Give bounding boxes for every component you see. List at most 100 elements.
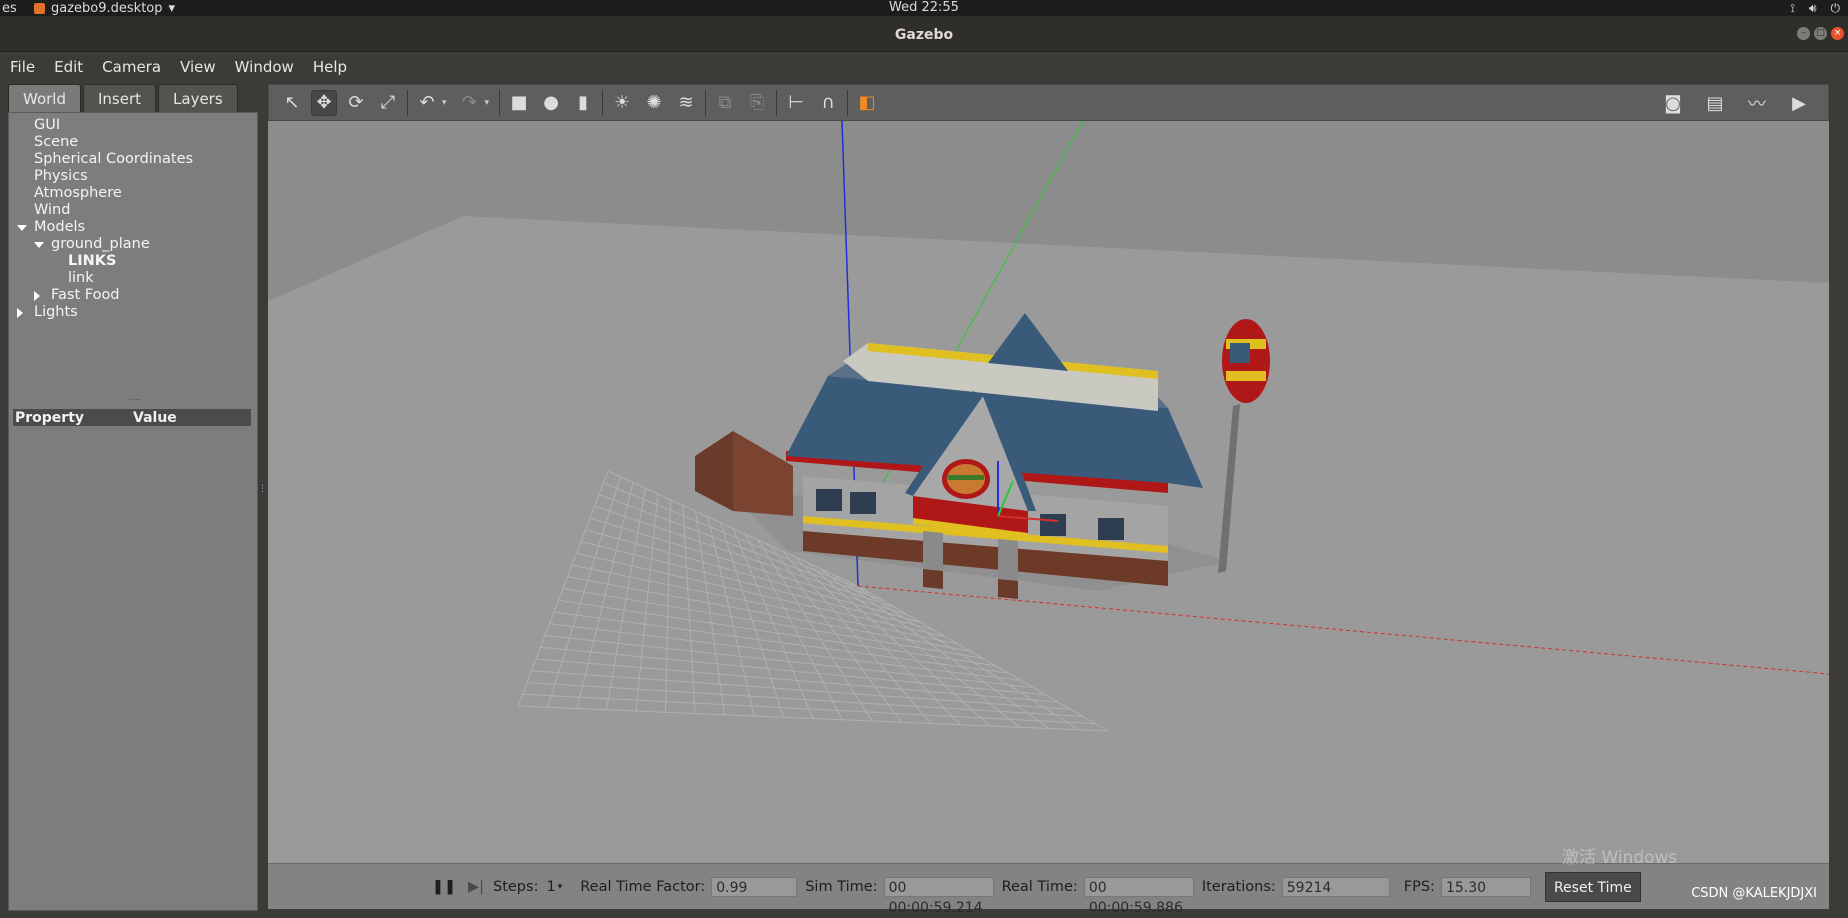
sign-globe-band-lower (1226, 371, 1266, 381)
step-forward-icon[interactable]: ▶| (465, 876, 487, 898)
log-icon[interactable]: ▤ (1702, 90, 1728, 116)
front-pillar-left-base (923, 569, 943, 589)
toolbar-separator (407, 89, 408, 116)
tree-item-label: GUI (34, 117, 61, 133)
toolbar-separator (602, 89, 604, 116)
panel-splitter[interactable]: ..... (9, 394, 259, 402)
window-title-bar: Gazebo – □ × (0, 16, 1848, 52)
expanded-arrow-icon[interactable] (17, 225, 27, 231)
close-button[interactable]: × (1831, 27, 1844, 40)
csdn-watermark: CSDN @KALEKJDJXI (1691, 886, 1817, 901)
reset-time-button[interactable]: Reset Time (1544, 871, 1641, 902)
redo-icon[interactable]: ↷ (457, 90, 483, 116)
align-icon[interactable]: ⊢ (783, 90, 809, 116)
world-panel: GUI Scene Spherical Coordinates Physics Atmo… (8, 112, 258, 911)
real-time-factor-label: Real Time Factor: (580, 878, 706, 895)
toolbar-right: ◙ ▤ 〰 ▶ (1660, 90, 1818, 116)
network-icon[interactable]: ⟟ (1790, 1, 1794, 16)
tree-item-label: Physics (34, 168, 88, 184)
burger-logo-lettuce (948, 475, 984, 480)
system-tray[interactable]: ⟟ 🔊︎ ⏻ (1790, 0, 1840, 16)
scale-mode-icon[interactable]: ⤢ (375, 90, 401, 116)
iterations-value: 59214 (1281, 876, 1390, 897)
redo-history-chevron-icon[interactable]: ▾ (485, 98, 490, 108)
menu-help[interactable]: Help (313, 58, 347, 76)
tree-item-label: ground_plane (51, 236, 150, 252)
menu-bar: File Edit Camera View Window Help (0, 52, 1848, 82)
tree-item-label: Lights (34, 304, 78, 320)
main-area: ↖ ✥ ⟳ ⤢ ↶ ▾ ↷ ▾ ■ ● ▮ ☀ ✺ ≋ ⧉ ⎘ ⊢ ∩ ◧ ◙ … (268, 84, 1848, 916)
fps-value: 15.30 (1440, 876, 1531, 897)
tab-insert[interactable]: Insert (83, 84, 157, 112)
tree-item-label: Wind (34, 202, 71, 218)
copy-icon[interactable]: ⧉ (712, 90, 738, 116)
real-time-label: Real Time: (1001, 878, 1078, 895)
tab-world[interactable]: World (8, 84, 81, 112)
minimize-button[interactable]: – (1797, 27, 1810, 40)
scene-render (268, 121, 1829, 863)
menu-edit[interactable]: Edit (54, 58, 83, 76)
fps-label: FPS: (1403, 878, 1435, 895)
screenshot-icon[interactable]: ◙ (1660, 90, 1686, 116)
directional-light-icon[interactable]: ≋ (673, 90, 699, 116)
simulation-controls-bar: ❚❚ ▶| Steps: 1 ▾ Real Time Factor: 0.99 … (268, 863, 1829, 916)
expanded-arrow-icon[interactable] (34, 242, 44, 248)
property-table-header: Property Value (13, 409, 251, 426)
3d-viewport[interactable] (268, 121, 1829, 863)
front-pillar-right-base (998, 579, 1018, 599)
undo-history-chevron-icon[interactable]: ▾ (442, 98, 447, 108)
cylinder-shape-icon[interactable]: ▮ (570, 90, 596, 116)
window-title: Gazebo (894, 27, 954, 43)
menu-view[interactable]: View (180, 58, 216, 76)
steps-spinner[interactable]: 1 (546, 879, 555, 895)
tree-item-label: Models (34, 219, 86, 235)
tab-layers[interactable]: Layers (158, 84, 238, 112)
toolbar-separator (776, 89, 778, 116)
spot-light-icon[interactable]: ✺ (641, 90, 667, 116)
menu-window[interactable]: Window (235, 58, 294, 76)
tree-item-label: Atmosphere (34, 185, 122, 201)
pause-icon[interactable]: ❚❚ (432, 876, 456, 898)
paste-icon[interactable]: ⎘ (744, 90, 770, 116)
tree-item-label: LINKS (68, 253, 117, 269)
view-angle-icon[interactable]: ◧ (854, 90, 880, 116)
tree-item-label: Scene (34, 134, 79, 150)
sphere-shape-icon[interactable]: ● (538, 90, 564, 116)
undo-icon[interactable]: ↶ (414, 90, 440, 116)
snap-icon[interactable]: ∩ (815, 90, 841, 116)
sim-time-value: 00 00:00:59.214 (883, 876, 994, 916)
translate-mode-icon[interactable]: ✥ (311, 89, 337, 116)
clock[interactable]: Wed 22:55 (0, 0, 1848, 16)
panel-resize-handle[interactable]: ⋮ (258, 484, 267, 514)
menu-camera[interactable]: Camera (102, 58, 161, 76)
steps-spinner-chevron-icon[interactable]: ▾ (558, 882, 563, 892)
box-shape-icon[interactable]: ■ (506, 90, 532, 116)
power-icon[interactable]: ⏻ (1831, 1, 1841, 16)
system-top-bar: es gazebo9.desktop ▾ Wed 22:55 ⟟ 🔊︎ ⏻ (0, 0, 1848, 16)
steps-label: Steps: (493, 878, 539, 895)
toolbar: ↖ ✥ ⟳ ⤢ ↶ ▾ ↷ ▾ ■ ● ▮ ☀ ✺ ≋ ⧉ ⎘ ⊢ ∩ ◧ ◙ … (268, 84, 1829, 121)
real-time-value: 00 00:00:59.886 (1083, 876, 1194, 916)
sim-time-label: Sim Time: (805, 878, 878, 895)
property-column-header: Property (15, 409, 85, 426)
tree-item-label: link (68, 270, 94, 286)
toolbar-separator (847, 89, 849, 116)
toolbar-separator (705, 89, 707, 116)
collapsed-arrow-icon[interactable] (34, 291, 40, 301)
menu-file[interactable]: File (10, 58, 35, 76)
maximize-button[interactable]: □ (1814, 27, 1827, 40)
left-panel: World Insert Layers GUI Scene Spherical Co… (8, 84, 258, 911)
iterations-label: Iterations: (1201, 878, 1276, 895)
record-video-icon[interactable]: ▶ (1786, 90, 1812, 116)
collapsed-arrow-icon[interactable] (17, 308, 23, 318)
toolbar-separator (499, 89, 501, 116)
tree-item-label: Fast Food (51, 287, 120, 303)
value-column-header: Value (133, 409, 177, 426)
tree-item-label: Spherical Coordinates (34, 151, 194, 167)
point-light-icon[interactable]: ☀ (609, 90, 635, 116)
rotate-mode-icon[interactable]: ⟳ (343, 90, 369, 116)
plot-icon[interactable]: 〰 (1744, 90, 1770, 116)
activate-windows-watermark: 激活 Windows (1562, 848, 1678, 868)
volume-icon[interactable]: 🔊︎ (1809, 1, 1817, 16)
select-mode-icon[interactable]: ↖ (279, 90, 305, 116)
